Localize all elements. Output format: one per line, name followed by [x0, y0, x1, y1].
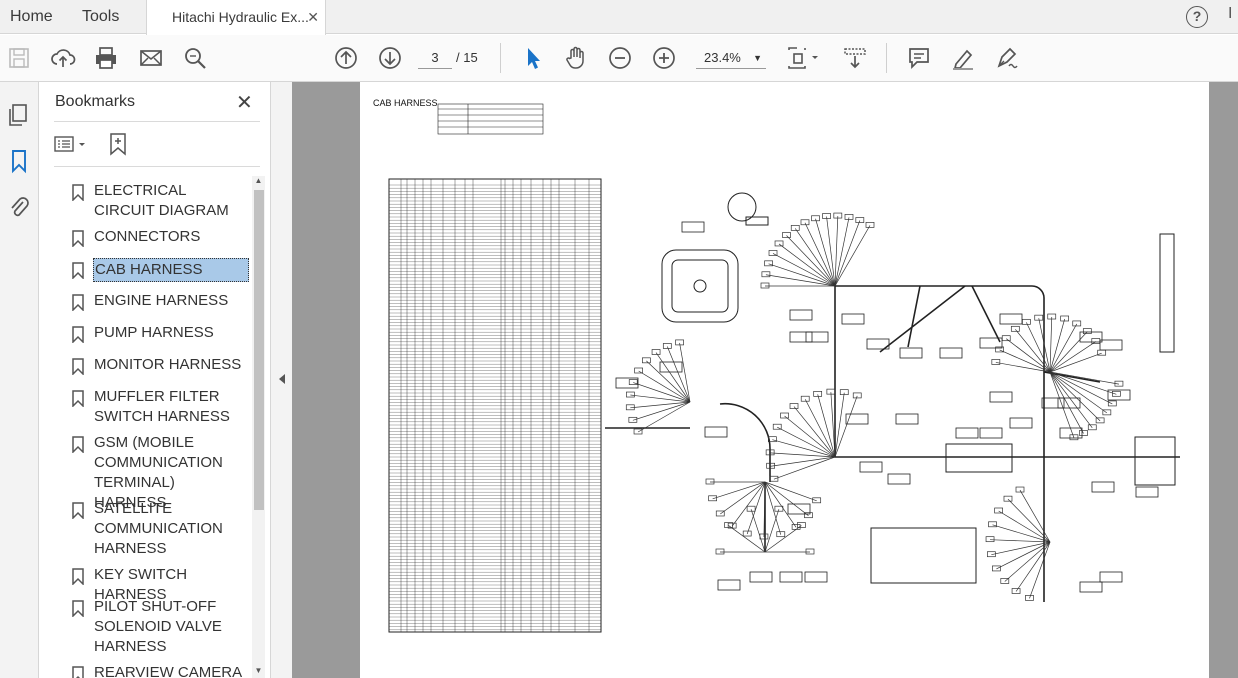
close-icon[interactable]: ✕: [236, 90, 253, 115]
save-icon[interactable]: [6, 45, 32, 71]
zoom-out-icon[interactable]: [607, 45, 633, 71]
bookmark-icon: [72, 262, 84, 279]
document-view[interactable]: CAB HARNESS: [292, 82, 1238, 678]
bookmark-icon: [72, 666, 84, 678]
main-toolbar: / 15 23.4% ▼: [0, 35, 1238, 82]
bookmark-icon: [72, 390, 84, 407]
bookmarks-panel-icon[interactable]: [6, 148, 32, 174]
page-total: / 15: [456, 50, 478, 65]
bookmark-label: PILOT SHUT-OFF SOLENOID VALVE HARNESS: [94, 598, 222, 655]
bookmark-label: SATELLITE COMMUNICATION HARNESS: [94, 500, 223, 557]
attachments-icon[interactable]: [6, 194, 32, 220]
bookmark-icon: [72, 184, 84, 201]
bookmark-icon: [72, 230, 84, 247]
add-bookmark-icon[interactable]: [106, 132, 130, 156]
bookmarks-scrollbar[interactable]: ▲ ▼: [252, 176, 265, 678]
bookmark-label: PUMP HARNESS: [94, 324, 214, 341]
collapse-panel-icon[interactable]: [279, 374, 285, 384]
pdf-page: CAB HARNESS: [360, 82, 1209, 678]
tab-document-label: Hitachi Hydraulic Ex...: [172, 9, 309, 25]
chevron-down-icon: ▼: [753, 53, 762, 63]
zoom-value: 23.4%: [704, 50, 741, 65]
bookmark-list: ELECTRICAL CIRCUIT DIAGRAM CONNECTORS CA…: [54, 174, 250, 678]
wiring-diagram: [388, 103, 1180, 633]
tab-document[interactable]: Hitachi Hydraulic Ex... ✕: [146, 0, 326, 35]
tab-home[interactable]: Home: [10, 0, 53, 34]
panel-splitter[interactable]: [270, 82, 292, 678]
page-fit-icon[interactable]: [785, 45, 821, 71]
print-icon[interactable]: [93, 45, 119, 71]
bookmarks-panel: Bookmarks ✕ ELECTRICAL CIRCUIT DIAGRAM C…: [40, 82, 270, 678]
bookmarks-title: Bookmarks: [55, 93, 136, 110]
cloud-upload-icon[interactable]: [50, 45, 76, 71]
navigation-rail: [0, 82, 39, 678]
bookmark-icon: [72, 358, 84, 375]
page-number-input[interactable]: [418, 47, 452, 69]
page-up-icon[interactable]: [333, 45, 359, 71]
tab-tools[interactable]: Tools: [82, 0, 119, 34]
scroll-mode-icon[interactable]: [842, 45, 868, 71]
bookmark-options-button[interactable]: [54, 135, 90, 155]
select-pointer-icon[interactable]: [520, 45, 546, 71]
sign-icon[interactable]: [994, 45, 1020, 71]
page-down-icon[interactable]: [377, 45, 403, 71]
hand-icon[interactable]: [563, 45, 589, 71]
email-icon[interactable]: [138, 45, 164, 71]
zoom-select[interactable]: 23.4% ▼: [696, 47, 766, 69]
bookmark-label: MONITOR HARNESS: [94, 356, 242, 373]
bookmark-label: ELECTRICAL CIRCUIT DIAGRAM: [94, 182, 229, 219]
bookmark-icon: [72, 436, 84, 453]
comment-icon[interactable]: [906, 45, 932, 71]
scroll-down-icon[interactable]: ▼: [252, 666, 265, 678]
bookmark-label: MUFFLER FILTER SWITCH HARNESS: [94, 388, 230, 425]
scroll-up-icon[interactable]: ▲: [252, 176, 265, 188]
help-icon[interactable]: ?: [1186, 6, 1208, 28]
bookmark-icon: [72, 326, 84, 343]
bookmark-icon: [72, 502, 84, 519]
page-thumbnails-icon[interactable]: [6, 102, 32, 128]
bookmark-icon: [72, 568, 84, 585]
highlight-pen-icon[interactable]: [950, 45, 976, 71]
find-icon[interactable]: [182, 45, 208, 71]
zoom-in-icon[interactable]: [651, 45, 677, 71]
bookmark-icon: [72, 294, 84, 311]
bookmark-label: ENGINE HARNESS: [94, 292, 229, 309]
account-icon[interactable]: I: [1228, 5, 1232, 23]
bookmark-label: CAB HARNESS: [93, 258, 249, 282]
bookmark-label: CONNECTORS: [94, 228, 201, 245]
close-tab-icon[interactable]: ✕: [307, 0, 319, 34]
bookmark-label: REARVIEW CAMERA: [94, 664, 243, 678]
bookmark-icon: [72, 600, 84, 617]
tab-bar: Home Tools Hitachi Hydraulic Ex... ✕ ? I: [0, 0, 1238, 35]
scrollbar-thumb[interactable]: [254, 190, 264, 510]
